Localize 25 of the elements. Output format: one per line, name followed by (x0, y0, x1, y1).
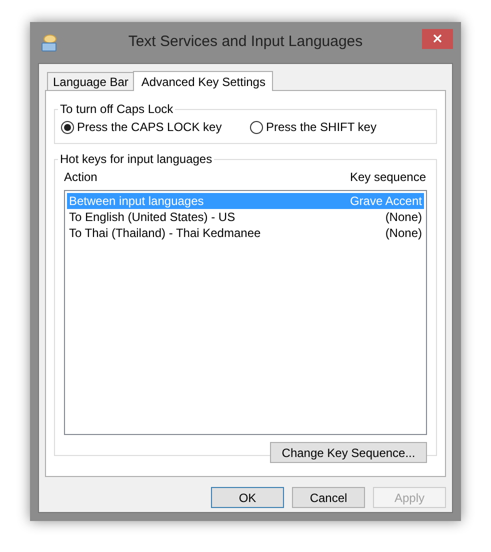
radio-button[interactable] (61, 120, 74, 134)
close-button[interactable] (422, 28, 453, 48)
key-sequence-text: (None) (385, 225, 422, 242)
radio-button[interactable] (250, 120, 263, 134)
keyboard-icon (41, 34, 57, 52)
window-title: Text Services and Input Languages (127, 32, 364, 52)
list-row[interactable]: To English (United States) - US (None) (67, 209, 424, 225)
column-header: Key sequence (350, 168, 426, 186)
action-text: To English (United States) - US (69, 209, 236, 226)
group-title: To turn off Caps Lock (59, 101, 174, 118)
group-title: Hot keys for input languages (59, 151, 214, 168)
close-icon (433, 34, 442, 43)
tab[interactable]: Language Bar (47, 72, 134, 90)
action-text: To Thai (Thailand) - Thai Kedmanee (69, 225, 261, 242)
radio-option[interactable]: Press the CAPS LOCK key (61, 118, 250, 136)
key-sequence-text: Grave Accent (350, 193, 422, 210)
radio-option[interactable]: Press the SHIFT key (250, 118, 376, 136)
dialog-button[interactable]: OK (211, 487, 284, 508)
tab[interactable]: Advanced Key Settings (133, 71, 274, 91)
action-text: Between input languages (69, 193, 204, 210)
dialog-button[interactable]: Cancel (292, 487, 365, 508)
column-header: Action (64, 168, 98, 186)
list-row[interactable]: To Thai (Thailand) - Thai Kedmanee (None) (67, 225, 424, 241)
key-sequence-text: (None) (385, 209, 422, 226)
change-key-sequence-button[interactable]: Change Key Sequence... (270, 442, 427, 463)
